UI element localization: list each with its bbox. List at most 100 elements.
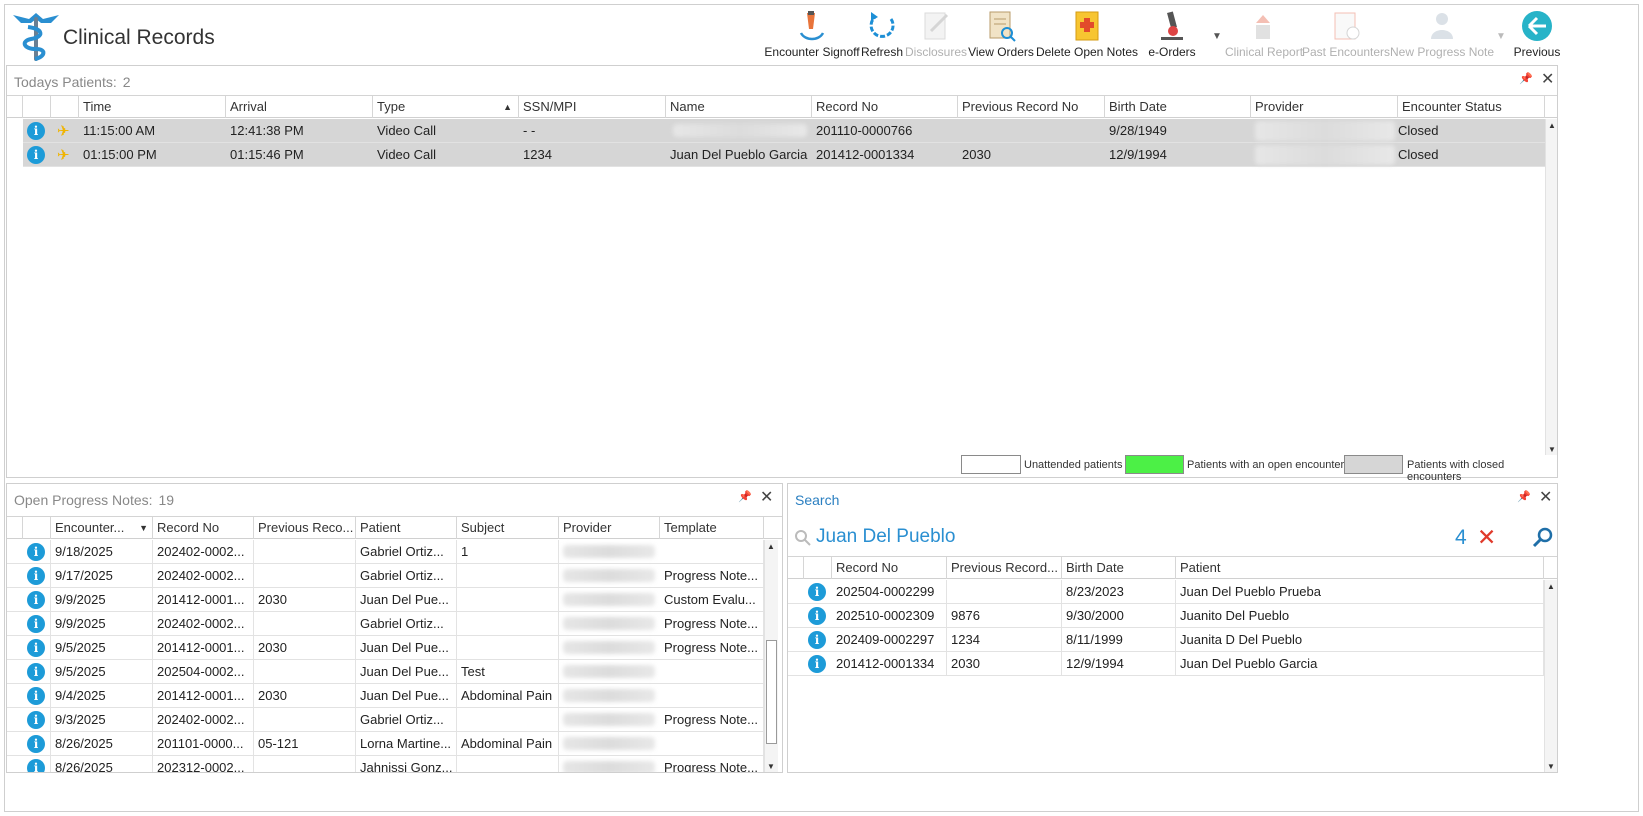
close-icon[interactable]: ✕	[1539, 487, 1552, 507]
toolbar-label: Previous	[1513, 45, 1561, 59]
delete-open-notes-button[interactable]: Delete Open Notes	[1035, 7, 1139, 65]
past-encounters-button[interactable]: Past Encounters	[1302, 7, 1390, 65]
clinical-report-button[interactable]: Clinical Report	[1225, 7, 1303, 65]
table-row[interactable]: i 9/18/2025 202402-0002... Gabriel Ortiz...…	[7, 540, 764, 564]
close-icon[interactable]: ✕	[1541, 69, 1554, 89]
e-orders-button[interactable]: e-Orders	[1139, 7, 1205, 65]
vertical-scrollbar[interactable]: ▲ ▼	[1545, 119, 1557, 455]
view-orders-icon	[989, 11, 1016, 42]
scroll-down-icon[interactable]: ▼	[1548, 445, 1556, 454]
table-row[interactable]: i ✈ 01:15:00 PM 01:15:46 PM Video Call 1…	[23, 143, 1545, 167]
magnifier-icon[interactable]	[1532, 527, 1554, 549]
cell-record-no: 201110-0000766	[816, 123, 913, 138]
col-ssn[interactable]: SSN/MPI	[519, 96, 666, 118]
table-row[interactable]: i 9/4/2025 201412-0001... 2030 Juan Del Pue.…	[7, 684, 764, 708]
scroll-thumb[interactable]	[766, 640, 777, 744]
info-icon[interactable]: i	[808, 655, 826, 673]
col-encounter[interactable]: Encounter... ▼	[51, 517, 153, 539]
table-row[interactable]: i 8/26/2025 202312-0002... Jahnissi Gonz...…	[7, 756, 764, 772]
info-icon[interactable]: i	[808, 607, 826, 625]
flag-icon: ✈	[57, 123, 70, 140]
cell-birth: 8/11/1999	[1062, 628, 1176, 651]
col-type[interactable]: Type ▲	[373, 96, 519, 118]
new-progress-note-button[interactable]: New Progress Note	[1390, 7, 1494, 65]
col-time[interactable]: Time	[79, 96, 226, 118]
scroll-down-icon[interactable]: ▼	[1547, 762, 1555, 771]
cell-subject: Test	[457, 660, 559, 683]
table-row[interactable]: i 9/3/2025 202402-0002... Gabriel Ortiz... P…	[7, 708, 764, 732]
close-icon[interactable]: ✕	[760, 487, 773, 507]
view-orders-button[interactable]: View Orders	[967, 7, 1035, 65]
cell-spacer	[23, 612, 51, 635]
col-previous-record-no[interactable]: Previous Record No	[958, 96, 1105, 118]
disclosures-button[interactable]: Disclosures	[905, 7, 967, 65]
toolbar-label: Delete Open Notes	[1035, 45, 1139, 59]
previous-button[interactable]: Previous	[1509, 7, 1565, 65]
new-progress-note-dropdown-icon[interactable]: ▼	[1496, 31, 1506, 42]
pin-icon[interactable]: 📌	[738, 490, 752, 503]
info-icon[interactable]: i	[808, 583, 826, 601]
cell-subject	[457, 612, 559, 635]
legend-label-open: Patients with an open encounter	[1187, 459, 1345, 471]
redacted-provider	[563, 689, 655, 702]
cell-record-no: 201412-0001334	[816, 147, 915, 162]
scroll-up-icon[interactable]: ▲	[767, 542, 775, 551]
col-name[interactable]: Name	[666, 96, 812, 118]
e-orders-dropdown-icon[interactable]: ▼	[1212, 31, 1222, 42]
search-input[interactable]: Juan Del Pueblo	[816, 526, 1416, 552]
table-row[interactable]: i 202504-0002299 8/23/2023 Juan Del Pueblo …	[788, 580, 1544, 604]
table-row[interactable]: i 201412-0001334 2030 12/9/1994 Juan Del Pue…	[788, 652, 1544, 676]
col-provider[interactable]: Provider	[559, 517, 660, 539]
table-row[interactable]: i 9/17/2025 202402-0002... Gabriel Ortiz...…	[7, 564, 764, 588]
cell-previous-record: 2030	[962, 147, 991, 162]
col-birth-date[interactable]: Birth Date	[1062, 557, 1176, 579]
col-patient[interactable]: Patient	[356, 517, 457, 539]
table-row[interactable]: i ✈ 11:15:00 AM 12:41:38 PM Video Call -…	[23, 119, 1545, 143]
col-previous-record[interactable]: Previous Record...	[947, 557, 1062, 579]
scroll-up-icon[interactable]: ▲	[1547, 582, 1555, 591]
table-row[interactable]: i 9/9/2025 201412-0001... 2030 Juan Del Pue.…	[7, 588, 764, 612]
vertical-scrollbar[interactable]: ▲ ▼	[1544, 580, 1557, 772]
col-arrival[interactable]: Arrival	[226, 96, 373, 118]
cell-record: 202409-0002297	[832, 628, 947, 651]
col-record-no[interactable]: Record No	[812, 96, 958, 118]
toolbar-label: e-Orders	[1148, 45, 1196, 59]
col-patient[interactable]: Patient	[1176, 557, 1544, 579]
header-info-col	[23, 517, 51, 539]
scroll-up-icon[interactable]: ▲	[1548, 121, 1556, 130]
table-row[interactable]: i 202510-0002309 9876 9/30/2000 Juanito Del …	[788, 604, 1544, 628]
encounter-signoff-button[interactable]: Encounter Signoff	[764, 7, 860, 65]
info-icon[interactable]: i	[27, 146, 45, 164]
col-record-no[interactable]: Record No	[832, 557, 947, 579]
cell-record: 201412-0001...	[153, 684, 254, 707]
col-template[interactable]: Template	[660, 517, 764, 539]
cell-patient: Lorna Martine...	[356, 732, 457, 755]
legend-label-unattended: Unattended patients	[1024, 459, 1123, 471]
cell-prev: 05-121	[254, 732, 356, 755]
col-provider[interactable]: Provider	[1251, 96, 1398, 118]
legend-swatch-closed	[1344, 455, 1403, 474]
pin-icon[interactable]: 📌	[1519, 72, 1533, 85]
table-row[interactable]: i 8/26/2025 201101-0000... 05-121 Lorna Mart…	[7, 732, 764, 756]
col-subject[interactable]: Subject	[457, 517, 559, 539]
cell-date: 9/4/2025	[51, 684, 153, 707]
cell-date: 9/9/2025	[51, 588, 153, 611]
table-row[interactable]: i 9/9/2025 202402-0002... Gabriel Ortiz... P…	[7, 612, 764, 636]
vertical-scrollbar[interactable]: ▲ ▼	[764, 540, 778, 772]
table-row[interactable]: i 202409-0002297 1234 8/11/1999 Juanita D De…	[788, 628, 1544, 652]
info-icon[interactable]: i	[808, 631, 826, 649]
table-row[interactable]: i 9/5/2025 201412-0001... 2030 Juan Del Pue.…	[7, 636, 764, 660]
info-icon[interactable]: i	[27, 122, 45, 140]
clear-search-icon[interactable]: ✕	[1477, 524, 1496, 551]
cell-prev: 1234	[947, 628, 1062, 651]
table-row[interactable]: i 9/5/2025 202504-0002... Juan Del Pue... Te…	[7, 660, 764, 684]
col-birth-date[interactable]: Birth Date	[1105, 96, 1251, 118]
col-encounter-status[interactable]: Encounter Status	[1398, 96, 1545, 118]
pin-icon[interactable]: 📌	[1517, 490, 1531, 503]
cell-date: 8/26/2025	[51, 732, 153, 755]
refresh-button[interactable]: Refresh	[859, 7, 905, 65]
scroll-down-icon[interactable]: ▼	[767, 762, 775, 771]
col-previous-record[interactable]: Previous Reco...	[254, 517, 356, 539]
col-record-no[interactable]: Record No	[153, 517, 254, 539]
cell-prev	[254, 540, 356, 563]
